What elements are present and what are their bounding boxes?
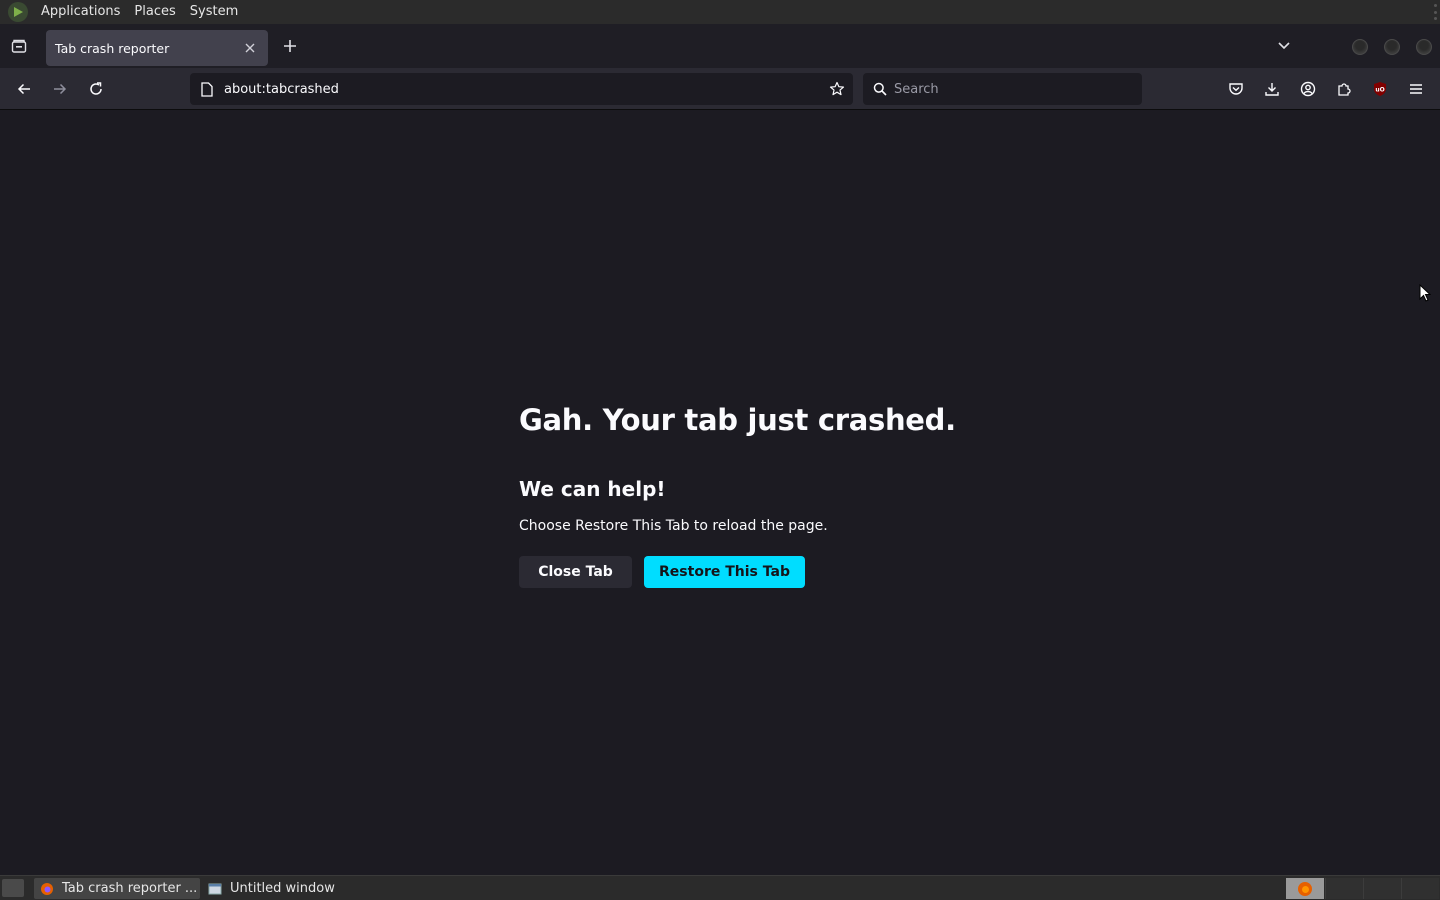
button-row: Close Tab Restore This Tab (519, 556, 1019, 588)
hamburger-menu-icon[interactable] (1405, 78, 1427, 100)
panel-grip-icon (1434, 4, 1438, 20)
tab-crash-reporter[interactable]: Tab crash reporter (46, 30, 268, 66)
account-icon[interactable] (1297, 78, 1319, 100)
task-label: Tab crash reporter ... (62, 881, 198, 896)
crash-dialog: Gah. Your tab just crashed. We can help!… (519, 403, 1019, 588)
chevron-down-icon (1278, 42, 1290, 50)
minimize-window-button[interactable] (1352, 39, 1368, 55)
pocket-icon[interactable] (1225, 78, 1247, 100)
forward-button[interactable] (48, 77, 72, 101)
arrow-left-icon (17, 83, 30, 95)
navigation-toolbar: about:tabcrashed Search uO (0, 68, 1440, 110)
menu-places[interactable]: Places (127, 0, 182, 24)
firefox-view-button[interactable] (0, 24, 38, 68)
firefox-view-icon (11, 39, 27, 53)
crash-subtitle: We can help! (519, 477, 666, 501)
firefox-icon (41, 882, 53, 895)
taskbar: Tab crash reporter ... Untitled window (0, 875, 1440, 900)
downloads-icon[interactable] (1261, 78, 1283, 100)
workspace-2[interactable] (1325, 878, 1363, 899)
mouse-cursor-icon (1419, 284, 1431, 302)
search-bar[interactable]: Search (863, 73, 1142, 105)
task-label: Untitled window (230, 881, 335, 896)
svg-text:uO: uO (1375, 87, 1384, 94)
menu-system[interactable]: System (183, 0, 245, 24)
close-window-button[interactable] (1416, 39, 1432, 55)
tab-close-icon[interactable] (241, 39, 259, 57)
page-icon (200, 81, 214, 97)
page-content: Gah. Your tab just crashed. We can help!… (0, 111, 1440, 874)
search-icon (872, 81, 888, 97)
task-tab-crash-reporter[interactable]: Tab crash reporter ... (34, 878, 200, 899)
restore-tab-button[interactable]: Restore This Tab (644, 556, 805, 588)
plus-icon (284, 40, 296, 52)
maximize-window-button[interactable] (1384, 39, 1400, 55)
ublock-origin-icon[interactable]: uO (1369, 78, 1391, 100)
system-panel: Applications Places System (0, 0, 1440, 24)
arrow-right-icon (54, 83, 67, 95)
close-tab-button[interactable]: Close Tab (519, 556, 632, 588)
search-placeholder: Search (894, 81, 939, 97)
workspace-4[interactable] (1401, 878, 1439, 899)
menu-applications[interactable]: Applications (34, 0, 127, 24)
tab-strip: Tab crash reporter (0, 24, 1440, 68)
reload-button[interactable] (84, 77, 108, 101)
tab-title: Tab crash reporter (55, 40, 170, 56)
crash-message: Choose Restore This Tab to reload the pa… (519, 518, 828, 534)
task-untitled-window[interactable]: Untitled window (202, 878, 368, 899)
crash-title: Gah. Your tab just crashed. (519, 403, 956, 437)
tray-firefox-icon[interactable] (1286, 878, 1324, 899)
extensions-icon[interactable] (1333, 78, 1355, 100)
distro-logo-icon[interactable] (8, 2, 28, 22)
list-all-tabs-button[interactable] (1272, 34, 1296, 58)
url-bar[interactable]: about:tabcrashed (190, 73, 853, 105)
reload-icon (90, 82, 102, 95)
back-button[interactable] (12, 77, 36, 101)
window-icon (208, 883, 222, 894)
show-desktop-icon[interactable] (2, 879, 24, 897)
new-tab-button[interactable] (278, 34, 302, 58)
workspace-3[interactable] (1363, 878, 1401, 899)
bookmark-star-icon[interactable] (827, 79, 847, 99)
url-text[interactable]: about:tabcrashed (224, 82, 339, 97)
